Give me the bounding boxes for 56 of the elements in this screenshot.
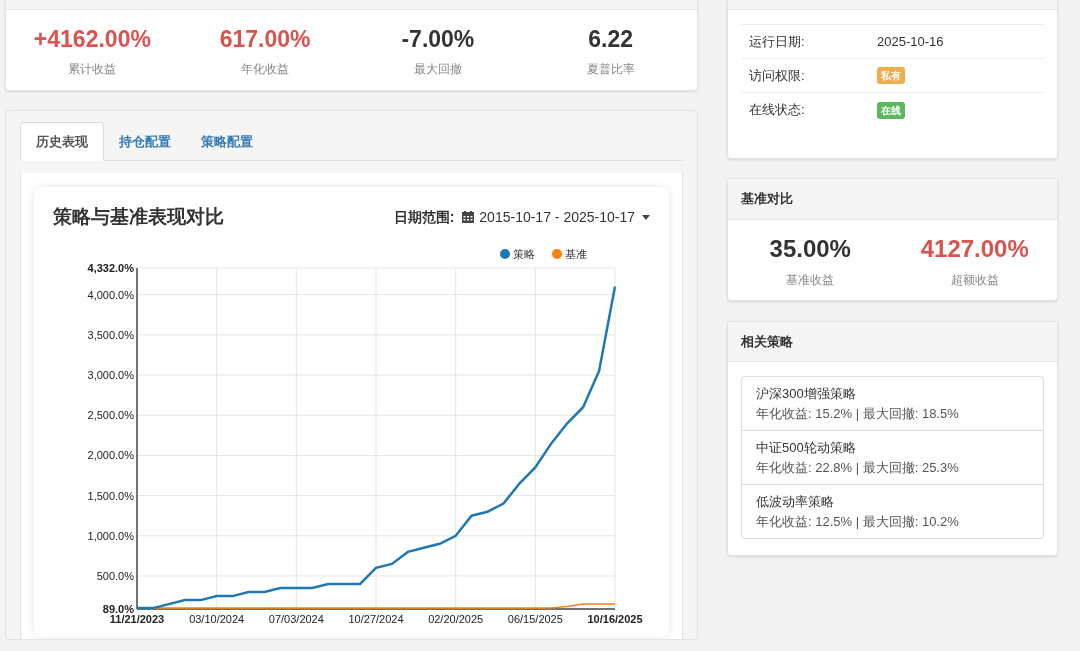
x-tick-label: 11/21/2023 — [109, 612, 165, 625]
stat-value: 4127.00% — [920, 234, 1029, 264]
stat-label: 年化收益 — [241, 61, 290, 79]
tab[interactable]: 策略配置 — [186, 122, 268, 161]
info-value: 2025-10-16 — [877, 32, 944, 51]
y-tick-label: 2,500.0% — [87, 408, 134, 421]
x-tick-label: 10/27/2024 — [348, 612, 404, 625]
strategy-stats: 年化收益: 22.8% | 最大回撤: 25.3% — [756, 458, 960, 477]
legend-label: 基准 — [565, 247, 587, 260]
stat-label: 超额收益 — [950, 272, 999, 289]
card-title: 相关策略 — [741, 332, 793, 351]
strategy-list-item[interactable]: 中证500轮动策略 年化收益: 22.8% | 最大回撤: 25.3% — [742, 430, 1043, 484]
x-tick-label: 10/16/2025 — [587, 612, 643, 625]
stat-label: 基准收益 — [786, 272, 835, 289]
calendar-icon — [462, 211, 475, 224]
strategy-stats: 年化收益: 15.2% | 最大回撤: 18.5% — [756, 404, 960, 423]
y-tick-label: 3,500.0% — [87, 328, 134, 341]
stat-value: 617.00% — [219, 24, 311, 54]
info-label: 访问权限: — [748, 66, 806, 85]
stat-value: -7.00% — [401, 24, 475, 54]
strategy-name: 低波动率策略 — [756, 493, 835, 511]
y-tick-label: 4,000.0% — [87, 288, 134, 301]
chart-title: 策略与基准表现对比 — [53, 205, 224, 229]
strategy-name: 中证500轮动策略 — [756, 439, 857, 457]
y-tick-label: 89.0% — [102, 602, 134, 615]
stat-value: 35.00% — [769, 234, 851, 264]
y-tick-label: 3,000.0% — [87, 368, 134, 381]
strategy-list-item[interactable]: 沪深300增强策略 年化收益: 15.2% | 最大回撤: 18.5% — [742, 377, 1043, 430]
y-tick-label: 2,000.0% — [87, 448, 134, 461]
status-badge: 在线 — [877, 101, 905, 119]
date-range-picker[interactable]: 2015-10-17 - 2025-10-17 — [462, 206, 650, 228]
strategy-name: 沪深300增强策略 — [756, 385, 857, 403]
tab[interactable]: 历史表现 — [20, 122, 104, 161]
stat-label: 累计收益 — [68, 61, 117, 79]
x-tick-label: 07/03/2024 — [268, 612, 324, 625]
stat-value: +4162.00% — [33, 24, 151, 54]
strategy-stats: 年化收益: 12.5% | 最大回撤: 10.2% — [756, 512, 960, 531]
stat-label: 最大回撤 — [413, 61, 462, 79]
stat-value: 6.22 — [588, 24, 633, 54]
card-title: 基准对比 — [741, 190, 793, 209]
y-tick-label: 1,000.0% — [87, 529, 134, 542]
caret-icon — [642, 214, 650, 220]
x-tick-label: 03/10/2024 — [189, 612, 245, 625]
y-tick-label: 4,332.0% — [87, 261, 134, 274]
stat-label: 夏普比率 — [586, 61, 635, 79]
x-tick-label: 06/15/2025 — [507, 612, 563, 625]
strategy-list-item[interactable]: 低波动率策略 年化收益: 12.5% | 最大回撤: 10.2% — [742, 484, 1043, 538]
x-tick-label: 02/20/2025 — [428, 612, 484, 625]
tab[interactable]: 持仓配置 — [104, 122, 186, 161]
y-tick-label: 500.0% — [96, 569, 134, 582]
info-label: 在线状态: — [748, 101, 806, 120]
status-badge: 私有 — [877, 67, 905, 84]
info-label: 运行日期: — [748, 32, 806, 51]
date-range-label: 日期范围: — [393, 207, 455, 227]
legend-label: 策略 — [513, 247, 535, 260]
y-tick-label: 1,500.0% — [87, 489, 134, 502]
